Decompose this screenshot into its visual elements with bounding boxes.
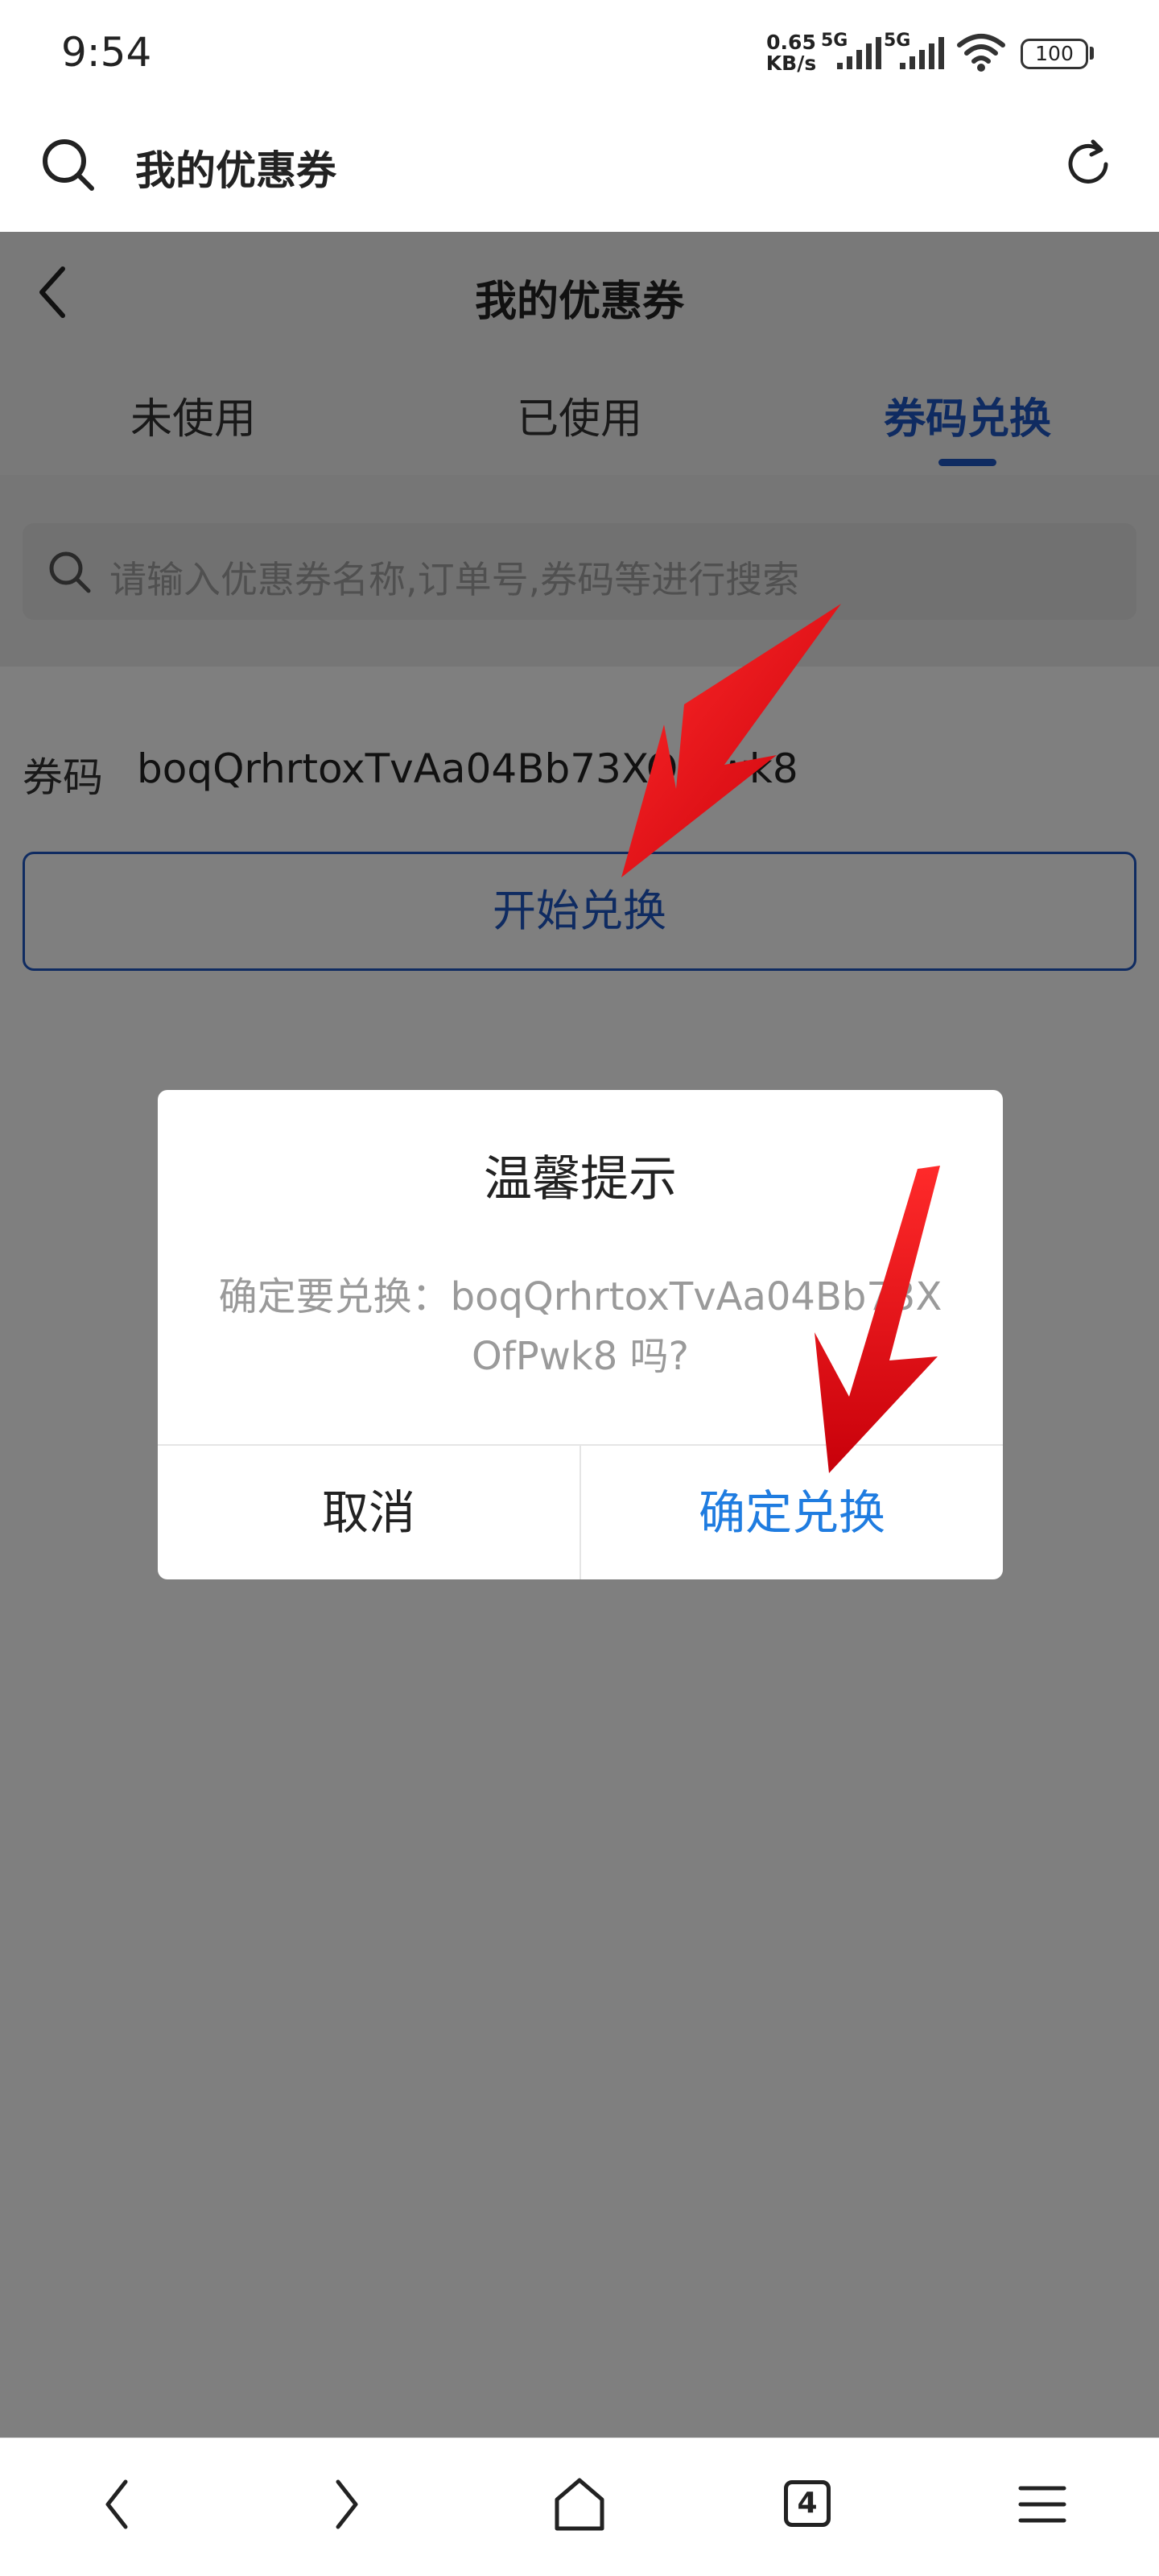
refresh-icon[interactable] [1061,137,1116,192]
bottom-navigation: 4 [0,2438,1159,2576]
wifi-icon [957,34,1005,72]
network-speed-value: 0.65 [766,31,816,54]
status-time: 9:54 [61,29,152,76]
nav-back-icon[interactable] [100,2472,132,2537]
signal-bars-icon [900,37,944,69]
red-arrow-annotation-icon [815,1166,940,1473]
browser-bar: 我的优惠券 [0,105,1159,232]
network-speed: 0.65 KB/s [763,32,819,74]
cancel-button[interactable]: 取消 [158,1446,580,1579]
battery-tip [1090,47,1094,60]
nav-home-icon[interactable] [552,2472,607,2537]
status-bar: 9:54 0.65 KB/s 5G 5G 100 [0,0,1159,105]
search-icon[interactable] [40,137,97,193]
tab-count: 4 [784,2480,831,2527]
battery-indicator: 100 [1021,39,1088,69]
network-speed-unit: KB/s [765,52,817,75]
red-arrow-annotation-icon [621,604,841,877]
browser-address-title[interactable]: 我的优惠券 [135,138,336,196]
signal-bars-icon [837,37,881,69]
nav-tabs-button[interactable]: 4 [784,2480,831,2527]
nav-menu-icon[interactable] [1017,2472,1067,2537]
nav-forward-icon[interactable] [332,2472,364,2537]
